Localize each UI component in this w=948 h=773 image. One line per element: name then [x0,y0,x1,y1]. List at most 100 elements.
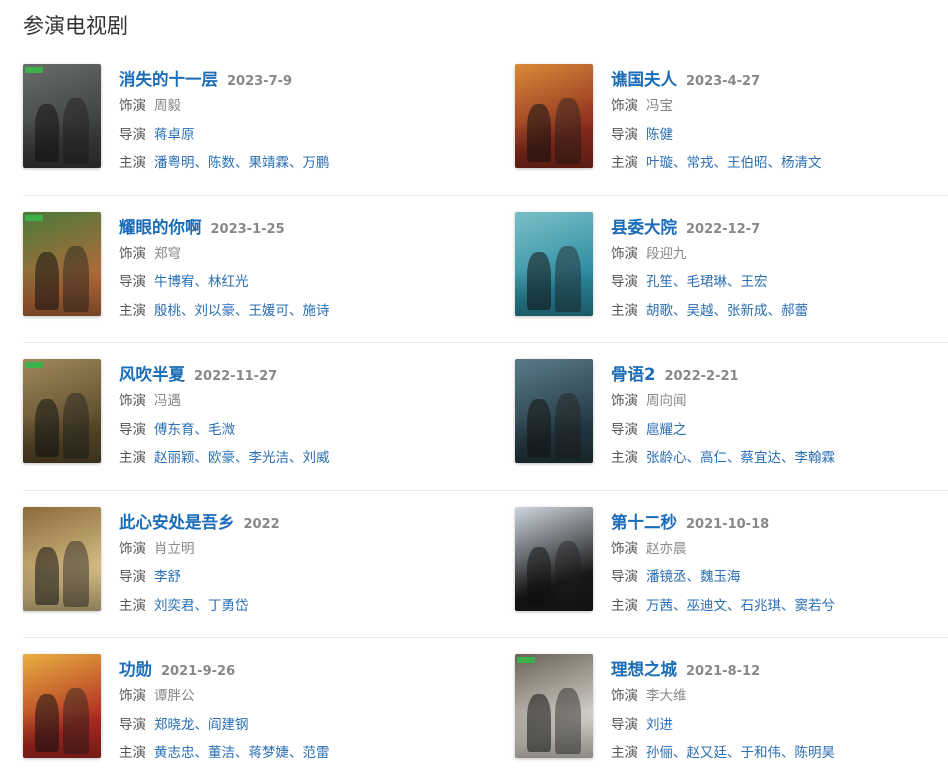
cast-name-link[interactable]: 吴越 [687,303,714,319]
show-title-link[interactable]: 理想之城 [611,656,677,680]
director-name-link[interactable]: 郑晓龙 [154,717,195,733]
name-separator: 、 [673,155,687,171]
show-title-link[interactable]: 消失的十一层 [119,66,218,90]
director-name-link[interactable]: 王宏 [741,274,768,290]
cast-name-link[interactable]: 郝蕾 [781,303,808,319]
cast-row: 主演 胡歌、吴越、张新成、郝蕾 [611,300,808,324]
cast-name-link[interactable]: 王伯昭 [727,155,768,171]
director-name-link[interactable]: 蒋卓原 [154,127,195,143]
show-info: 此心安处是吾乡 2022 饰演 肖立明 导演 李舒 主演 刘奕君、丁勇岱 [119,509,280,619]
cast-name-link[interactable]: 潘粤明 [154,155,195,171]
cast-name-link[interactable]: 陈数 [208,155,235,171]
show-title-link[interactable]: 此心安处是吾乡 [119,509,235,533]
cast-name-link[interactable]: 李光洁 [249,450,290,466]
director-name-link[interactable]: 毛珺琳 [687,274,728,290]
name-separator: 、 [673,597,687,614]
director-name-link[interactable]: 毛溦 [208,422,235,438]
cast-name-link[interactable]: 孙俪 [646,745,673,761]
filmography-page: 参演电视剧 消失的十一层 2023-7-9 饰演 周毅 导演 蒋卓原 主演 潘粤明、陈… [0,0,948,773]
director-name-link[interactable]: 傅东育 [154,422,195,438]
cast-name-link[interactable]: 李翰霖 [795,450,836,466]
cast-name-link[interactable]: 常戎 [687,155,714,171]
show-title-link[interactable]: 第十二秒 [611,509,677,533]
show-air-date: 2022-2-21 [664,369,739,384]
cast-name-link[interactable]: 石兆琪 [741,598,782,614]
cast-label: 主演 [611,450,638,466]
show-air-date: 2023-7-9 [227,74,293,89]
cast-name-link[interactable]: 张龄心 [646,450,687,466]
show-poster-image[interactable] [515,64,593,168]
director-name-link[interactable]: 孔笙 [646,274,673,290]
show-poster-image[interactable] [515,211,593,316]
director-label: 导演 [611,274,638,290]
director-name-link[interactable]: 魏玉海 [700,569,741,585]
show-title-link[interactable]: 风吹半夏 [119,361,185,385]
show-poster-image[interactable] [23,359,101,463]
cast-name-link[interactable]: 蔡宜达 [741,450,782,466]
show-poster-image[interactable] [23,506,101,611]
show-title-link[interactable]: 县委大院 [611,214,677,238]
tv-show-card: 骨语2 2022-2-21 饰演 周向闻 导演 扈耀之 主演 张龄心、高仁、蔡宜达、李… [515,343,948,491]
role-label: 饰演 [611,245,638,262]
poster-badge-icon [25,362,43,368]
director-name-link[interactable]: 林红光 [208,274,249,290]
tv-show-card: 耀眼的你啊 2023-1-25 饰演 郑穹 导演 牛博宥、林红光 主演 殷桃、刘以豪、… [23,196,515,343]
cast-name-link[interactable]: 欧豪 [208,450,235,466]
cast-name-link[interactable]: 赵又廷 [687,745,728,761]
cast-name-link[interactable]: 蒋梦婕 [249,745,290,761]
cast-name-link[interactable]: 刘奕君 [154,598,195,614]
show-poster-image[interactable] [515,654,593,758]
name-separator: 、 [727,274,741,290]
show-poster-image[interactable] [515,506,593,611]
show-air-date: 2023-4-27 [686,74,761,89]
show-poster-image[interactable] [23,654,101,758]
director-name-link[interactable]: 扈耀之 [646,422,687,438]
role-name: 郑穹 [154,245,181,262]
cast-name-link[interactable]: 叶璇 [646,155,673,171]
show-title-link[interactable]: 功勋 [119,656,152,680]
director-label: 导演 [611,569,638,585]
name-separator: 、 [194,421,209,438]
cast-name-link[interactable]: 张新成 [727,303,768,319]
cast-name-link[interactable]: 刘威 [303,450,330,466]
cast-name-link[interactable]: 丁勇岱 [208,598,249,614]
director-name-link[interactable]: 刘进 [646,717,673,733]
director-label: 导演 [119,569,146,585]
show-poster-image[interactable] [23,64,101,168]
cast-row: 主演 叶璇、常戎、王伯昭、杨清文 [611,152,822,176]
cast-name-link[interactable]: 范雷 [303,745,330,761]
name-separator: 、 [235,745,249,761]
role-row: 饰演 赵亦晨 [611,538,835,562]
director-name-link[interactable]: 陈健 [646,127,673,143]
show-title-link[interactable]: 耀眼的你啊 [119,214,202,238]
cast-name-link[interactable]: 巫迪文 [687,598,728,614]
cast-name-link[interactable]: 胡歌 [646,303,673,319]
cast-name-link[interactable]: 窦若兮 [795,598,836,614]
tv-show-card: 理想之城 2021-8-12 饰演 李大维 导演 刘进 主演 孙俪、赵又廷、于和伟、陈… [515,638,948,773]
director-name-link[interactable]: 牛博宥 [154,274,195,290]
show-title-link[interactable]: 骨语2 [611,361,655,385]
cast-name-link[interactable]: 高仁 [700,450,727,466]
cast-name-link[interactable]: 施诗 [303,303,330,319]
tv-show-card: 谯国夫人 2023-4-27 饰演 冯宝 导演 陈健 主演 叶璇、常戎、王伯昭、杨清文 [515,48,948,196]
cast-name-link[interactable]: 于和伟 [741,745,782,761]
show-title-link[interactable]: 谯国夫人 [611,66,677,90]
show-poster-image[interactable] [23,211,101,316]
cast-name-link[interactable]: 刘以豪 [195,303,236,319]
role-name: 周向闻 [646,393,687,409]
cast-label: 主演 [119,155,146,171]
cast-name-link[interactable]: 万茜 [646,598,673,614]
director-name-link[interactable]: 潘镜丞 [646,569,687,585]
cast-name-link[interactable]: 黄志忠 [154,745,195,761]
director-name-link[interactable]: 李舒 [154,569,181,585]
director-name-link[interactable]: 阎建钢 [208,717,249,733]
show-poster-image[interactable] [515,359,593,463]
cast-name-link[interactable]: 赵丽颖 [154,450,195,466]
cast-name-link[interactable]: 杨清文 [781,155,822,171]
cast-name-link[interactable]: 万鹏 [303,155,330,171]
cast-name-link[interactable]: 董洁 [208,745,235,761]
cast-name-link[interactable]: 陈明昊 [795,745,836,761]
cast-name-link[interactable]: 殷桃 [154,303,181,319]
cast-name-link[interactable]: 王媛可 [249,303,290,319]
cast-name-link[interactable]: 果靖霖 [249,155,290,171]
